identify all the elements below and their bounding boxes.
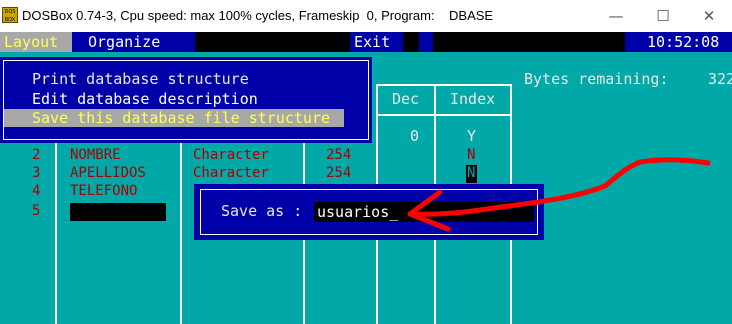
annotation-arrow-icon [407,157,711,232]
